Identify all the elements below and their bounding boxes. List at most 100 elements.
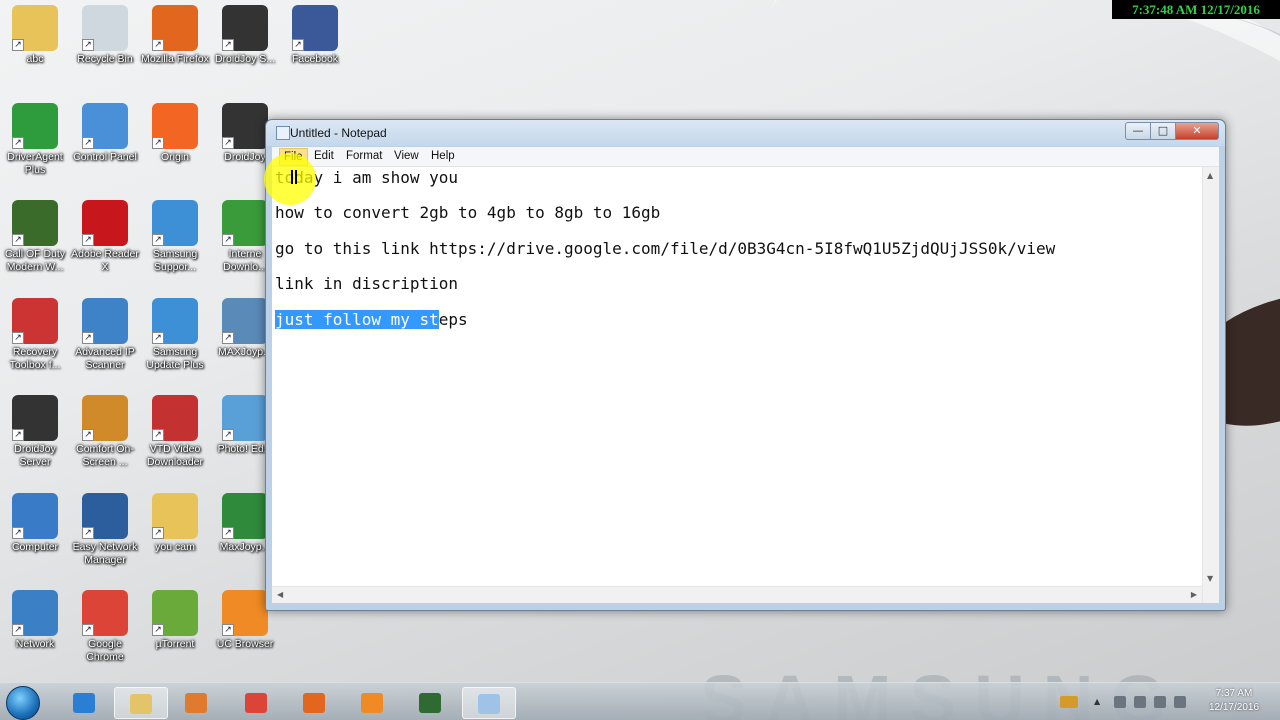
taskbar-notepad-button[interactable]: [462, 687, 516, 719]
gamepad-app-icon: [419, 693, 441, 713]
desktop-icon[interactable]: ↗ VTD Video Downloader: [140, 395, 210, 469]
origin-icon: ↗: [152, 103, 198, 149]
samsung-update-icon: ↗: [152, 298, 198, 344]
clock-date: 12/17/2016: [1208, 702, 1260, 713]
desktop-icon[interactable]: ↗ Advanced IP Scanner: [70, 298, 140, 372]
tray-expand-icon[interactable]: ▲: [1094, 696, 1106, 708]
window-title: Untitled - Notepad: [290, 126, 387, 140]
shortcut-arrow-icon: ↗: [82, 332, 94, 344]
desktop-icon-label: Origin: [160, 151, 189, 163]
close-button[interactable]: ✕: [1175, 122, 1219, 140]
firefox-icon: [303, 693, 325, 713]
vertical-scrollbar[interactable]: ▲ ▼: [1202, 167, 1219, 603]
desktop-icon[interactable]: ↗ Recovery Toolbox f...: [0, 298, 70, 372]
shortcut-arrow-icon: ↗: [12, 137, 24, 149]
network-manager-icon: ↗: [82, 493, 128, 539]
text-cursor-icon: [291, 170, 297, 184]
notepad-icon: [478, 694, 500, 714]
desktop-icon[interactable]: ↗ Computer: [0, 493, 70, 554]
droidjoy-server-icon: ↗: [12, 395, 58, 441]
desktop-icon-label: UC Browser: [216, 638, 274, 650]
shortcut-arrow-icon: ↗: [82, 234, 94, 246]
desktop-icon[interactable]: ↗ Control Panel: [70, 103, 140, 164]
start-button[interactable]: [6, 686, 40, 720]
desktop-icon[interactable]: ↗ DroidJoy Server: [0, 395, 70, 469]
taskbar-media-player-button[interactable]: [170, 687, 224, 719]
taskbar-gamepad-app-button[interactable]: [404, 687, 458, 719]
desktop-icon-label: DroidJoy Server: [14, 443, 56, 468]
horizontal-scrollbar[interactable]: ◀ ▶: [272, 586, 1202, 603]
menu-help[interactable]: Help: [431, 150, 455, 162]
shortcut-arrow-icon: ↗: [12, 234, 24, 246]
taskbar-firefox-button[interactable]: [288, 687, 342, 719]
recovery-toolbox-icon: ↗: [12, 298, 58, 344]
idm-icon: ↗: [222, 200, 268, 246]
desktop-icon-label: Comfort On-Screen ...: [76, 443, 134, 468]
desktop-icon[interactable]: ↗ Network: [0, 590, 70, 651]
desktop-icon[interactable]: ↗ Easy Network Manager: [70, 493, 140, 567]
shortcut-arrow-icon: ↗: [222, 332, 234, 344]
text-editor-area[interactable]: today i am show you how to convert 2gb t…: [272, 167, 1219, 603]
folder-icon: ↗: [152, 493, 198, 539]
desktop-icon[interactable]: ↗ Samsung Suppor...: [140, 200, 210, 274]
desktop-icon-label: Facebook: [291, 53, 339, 65]
taskbar-chrome-button[interactable]: [230, 687, 284, 719]
tray-icon[interactable]: [1134, 696, 1146, 708]
desktop-icon[interactable]: ↗ you cam: [140, 493, 210, 554]
desktop-icon-label: you cam: [155, 541, 195, 553]
shortcut-arrow-icon: ↗: [12, 624, 24, 636]
desktop-icon[interactable]: ↗ abc: [0, 5, 70, 66]
taskbar-file-explorer-button[interactable]: [114, 687, 168, 719]
desktop-icon-label: Samsung Suppor...: [152, 248, 198, 273]
scroll-left-icon[interactable]: ◀: [277, 590, 283, 599]
desktop-icon-label: Samsung Update Plus: [146, 346, 204, 371]
taskbar-clock[interactable]: 7:37 AM 12/17/2016: [1194, 687, 1274, 715]
desktop-icon[interactable]: ↗ DriverAgent Plus: [0, 103, 70, 177]
menu-view[interactable]: View: [394, 150, 419, 162]
maximize-button[interactable]: □: [1150, 122, 1176, 140]
taskbar-uc-browser-button[interactable]: [346, 687, 400, 719]
system-tray: ▲: [1060, 683, 1210, 720]
desktop-icon[interactable]: ↗ Origin: [140, 103, 210, 164]
folder-user-icon: ↗: [12, 5, 58, 51]
utorrent-icon: ↗: [152, 590, 198, 636]
desktop-icon[interactable]: ↗ Comfort On-Screen ...: [70, 395, 140, 469]
desktop-icon[interactable]: ↗ Facebook: [280, 5, 350, 66]
tray-icon[interactable]: [1114, 696, 1126, 708]
desktop-icon[interactable]: ↗ Samsung Update Plus: [140, 298, 210, 372]
desktop-icon-label: abc: [26, 53, 44, 65]
shortcut-arrow-icon: ↗: [292, 39, 304, 51]
scroll-right-icon[interactable]: ▶: [1191, 590, 1197, 599]
menu-edit[interactable]: Edit: [314, 150, 334, 162]
network-tray-icon[interactable]: [1154, 696, 1166, 708]
shortcut-arrow-icon: ↗: [12, 39, 24, 51]
volume-tray-icon[interactable]: [1174, 696, 1186, 708]
taskbar-internet-explorer-button[interactable]: [58, 687, 112, 719]
chrome-icon: [245, 693, 267, 713]
taskbar: ▲ 7:37 AM 12/17/2016: [0, 682, 1280, 720]
keyboard-tray-icon[interactable]: [1060, 696, 1078, 708]
shortcut-arrow-icon: ↗: [222, 234, 234, 246]
desktop-icon[interactable]: ↗ Call OF Duty Modern W...: [0, 200, 70, 274]
clock-time: 7:37 AM: [1215, 688, 1253, 699]
desktop-icon-label: DriverAgent Plus: [7, 151, 63, 176]
droidjoy-icon: ↗: [222, 5, 268, 51]
menu-format[interactable]: Format: [346, 150, 382, 162]
desktop-icon[interactable]: ↗ Recycle Bin: [70, 5, 140, 66]
desktop-icon-label: Recycle Bin: [77, 53, 133, 65]
scroll-down-icon[interactable]: ▼: [1207, 574, 1216, 583]
desktop-icon-label: VTD Video Downloader: [146, 443, 204, 468]
desktop-icon[interactable]: ↗ Adobe Reader X: [70, 200, 140, 274]
uc-browser-icon: ↗: [222, 590, 268, 636]
vtd-downloader-icon: ↗: [152, 395, 198, 441]
notepad-window[interactable]: Untitled - Notepad — □ ✕ File Edit Forma…: [265, 119, 1226, 611]
shortcut-arrow-icon: ↗: [152, 137, 164, 149]
desktop-icon[interactable]: ↗ Google Chrome: [70, 590, 140, 664]
desktop-icon[interactable]: ↗ µTorrent: [140, 590, 210, 651]
scroll-up-icon[interactable]: ▲: [1207, 171, 1216, 180]
desktop-icon[interactable]: ↗ DroidJoy S...: [210, 5, 280, 66]
desktop-icon[interactable]: ↗ Mozilla Firefox: [140, 5, 210, 66]
shortcut-arrow-icon: ↗: [82, 624, 94, 636]
minimize-button[interactable]: —: [1125, 122, 1151, 140]
notepad-titlebar[interactable]: Untitled - Notepad — □ ✕: [266, 120, 1225, 146]
